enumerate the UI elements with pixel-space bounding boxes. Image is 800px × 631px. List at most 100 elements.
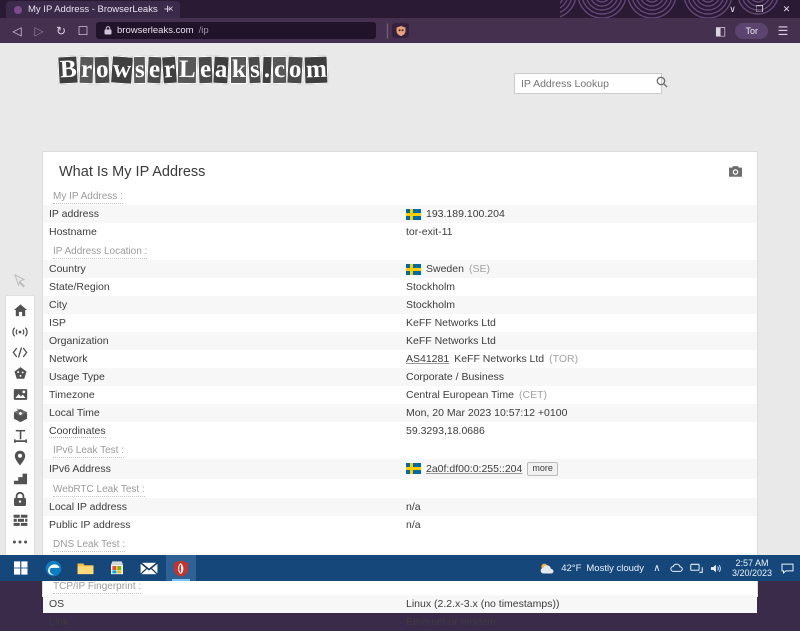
ip-lookup-search[interactable] bbox=[514, 73, 662, 94]
sidebar-item-geolocation[interactable] bbox=[6, 447, 34, 468]
logo-letter: B bbox=[58, 55, 80, 84]
section-header-label: IPv6 Leak Test : bbox=[53, 445, 124, 458]
table-row: TimezoneCentral European Time(CET) bbox=[43, 386, 757, 404]
logo-letter: k bbox=[230, 56, 247, 84]
row-key: Network bbox=[43, 350, 400, 368]
logo-letter: L bbox=[177, 56, 198, 85]
site-logo[interactable]: BrowserLeaks.com bbox=[58, 56, 328, 84]
row-key: ISP bbox=[43, 314, 400, 332]
row-value-text: Corporate / Business bbox=[406, 371, 504, 383]
toolbar-divider: | bbox=[385, 22, 389, 40]
search-input[interactable] bbox=[521, 78, 656, 90]
row-value: n/a bbox=[400, 498, 757, 516]
clock-date: 3/20/2023 bbox=[732, 568, 772, 578]
table-row: CityStockholm bbox=[43, 296, 757, 314]
sidebar-item-home[interactable] bbox=[6, 300, 34, 321]
row-value: Ethernet or modem bbox=[400, 613, 757, 631]
row-value: Central European Time(CET) bbox=[400, 386, 757, 404]
search-icon[interactable] bbox=[656, 76, 668, 91]
notification-center-icon[interactable] bbox=[780, 555, 794, 581]
navigation-toolbar: ◁ ▷ ↻ ☐ browserleaks.com/ip | ◧ Tor ☰ bbox=[0, 18, 800, 43]
tab-strip: My IP Address - BrowserLeaks × + bbox=[0, 0, 560, 18]
system-tray: 42°F Mostly cloudy ∧ 2:57 AM 3/20/2023 bbox=[539, 555, 794, 581]
hamburger-menu-icon[interactable]: ☰ bbox=[772, 20, 794, 42]
row-key: Usage Type bbox=[43, 368, 400, 386]
row-key: Local IP address bbox=[43, 498, 400, 516]
table-row: Organization KeFF Networks Ltd bbox=[43, 332, 757, 350]
weather-widget[interactable]: 42°F Mostly cloudy bbox=[539, 562, 644, 575]
sidebar-item-ip-address[interactable] bbox=[6, 321, 34, 342]
sidebar-icon-list bbox=[5, 295, 35, 578]
section-header-row: My IP Address : bbox=[43, 186, 757, 205]
reload-icon[interactable]: ↻ bbox=[50, 20, 72, 42]
sidebar-item-more[interactable] bbox=[6, 531, 34, 552]
table-row: Local IP addressn/a bbox=[43, 498, 757, 516]
sidebar-item-features[interactable] bbox=[6, 468, 34, 489]
browser-tab[interactable]: My IP Address - BrowserLeaks × bbox=[6, 1, 180, 18]
file-explorer-icon[interactable] bbox=[70, 555, 100, 581]
row-key: OS bbox=[43, 595, 400, 613]
row-key: State/Region bbox=[43, 278, 400, 296]
taskbar-clock[interactable]: 2:57 AM 3/20/2023 bbox=[730, 558, 774, 578]
sidebar-item-webgl[interactable] bbox=[6, 384, 34, 405]
row-value: 2a0f:df00:0:255::204 more bbox=[400, 459, 757, 479]
back-icon[interactable]: ◁ bbox=[6, 20, 28, 42]
row-value: Sweden (SE) bbox=[400, 260, 757, 278]
section-header-label: WebRTC Leak Test : bbox=[53, 484, 145, 497]
table-row: ISPKeFF Networks Ltd bbox=[43, 314, 757, 332]
row-key-link[interactable]: Coordinates bbox=[49, 425, 106, 438]
row-value-link[interactable]: 2a0f:df00:0:255::204 bbox=[426, 463, 522, 475]
row-key: Timezone bbox=[43, 386, 400, 404]
sidebar-item-3d[interactable] bbox=[6, 405, 34, 426]
clock-time: 2:57 AM bbox=[732, 558, 772, 568]
close-button[interactable]: ✕ bbox=[773, 0, 800, 18]
camera-icon[interactable] bbox=[727, 164, 743, 178]
tor-browser-icon[interactable] bbox=[166, 555, 196, 581]
logo-letter: o bbox=[286, 56, 303, 85]
section-header-label: IP Address Location : bbox=[53, 246, 147, 259]
tor-circuit-button[interactable]: Tor bbox=[735, 23, 768, 39]
edge-icon[interactable] bbox=[38, 555, 68, 581]
volume-icon[interactable] bbox=[710, 555, 724, 581]
row-key: Local Time bbox=[43, 404, 400, 422]
minimize-button[interactable]: ∨ bbox=[719, 0, 746, 18]
lock-icon bbox=[104, 26, 112, 35]
row-value-text: Sweden bbox=[426, 263, 464, 275]
more-button[interactable]: more bbox=[527, 462, 558, 476]
tray-chevron-icon[interactable]: ∧ bbox=[650, 555, 664, 581]
new-tab-button[interactable]: + bbox=[160, 2, 175, 17]
mail-icon[interactable] bbox=[134, 555, 164, 581]
sidebar-item-ssl-tls[interactable] bbox=[6, 489, 34, 510]
shield-icon[interactable] bbox=[392, 23, 409, 38]
sidebar-item-fonts[interactable] bbox=[6, 426, 34, 447]
row-value-suffix: (CET) bbox=[519, 389, 547, 401]
table-row: Coordinates59.3293,18.0686 bbox=[43, 422, 757, 440]
address-bar[interactable]: browserleaks.com/ip bbox=[96, 22, 376, 39]
windows-taskbar: 42°F Mostly cloudy ∧ 2:57 AM 3/20/2023 bbox=[0, 555, 800, 581]
forward-icon[interactable]: ▷ bbox=[28, 20, 50, 42]
logo-letter: r bbox=[79, 56, 95, 85]
row-value: Corporate / Business bbox=[400, 368, 757, 386]
row-value-suffix: (SE) bbox=[469, 263, 490, 275]
maximize-button[interactable]: ❐ bbox=[746, 0, 773, 18]
section-header-label: DNS Leak Test : bbox=[53, 539, 125, 552]
row-key: Public IP address bbox=[43, 516, 400, 534]
sweden-flag-icon bbox=[406, 264, 421, 275]
row-value-text: KeFF Networks Ltd bbox=[406, 335, 496, 347]
sidebar-item-firewall[interactable] bbox=[6, 510, 34, 531]
bookmark-icon[interactable]: ☐ bbox=[72, 20, 94, 42]
cursor-pin-icon[interactable] bbox=[8, 270, 32, 292]
url-path: /ip bbox=[199, 25, 209, 36]
sidebar-item-canvas[interactable] bbox=[6, 363, 34, 384]
start-button[interactable] bbox=[6, 555, 36, 581]
microsoft-store-icon[interactable] bbox=[102, 555, 132, 581]
network-icon[interactable] bbox=[690, 555, 704, 581]
onedrive-icon[interactable] bbox=[670, 555, 684, 581]
sidebar-item-javascript[interactable] bbox=[6, 342, 34, 363]
sidebar-toggle-icon[interactable]: ◧ bbox=[709, 20, 731, 42]
row-value: KeFF Networks Ltd bbox=[400, 332, 757, 350]
row-key: Hostname bbox=[43, 223, 400, 241]
row-value-link[interactable]: AS41281 bbox=[406, 353, 449, 365]
row-key: Organization bbox=[43, 332, 400, 350]
browser-window: My IP Address - BrowserLeaks × + ∨ ❐ ✕ ◁… bbox=[0, 0, 800, 555]
